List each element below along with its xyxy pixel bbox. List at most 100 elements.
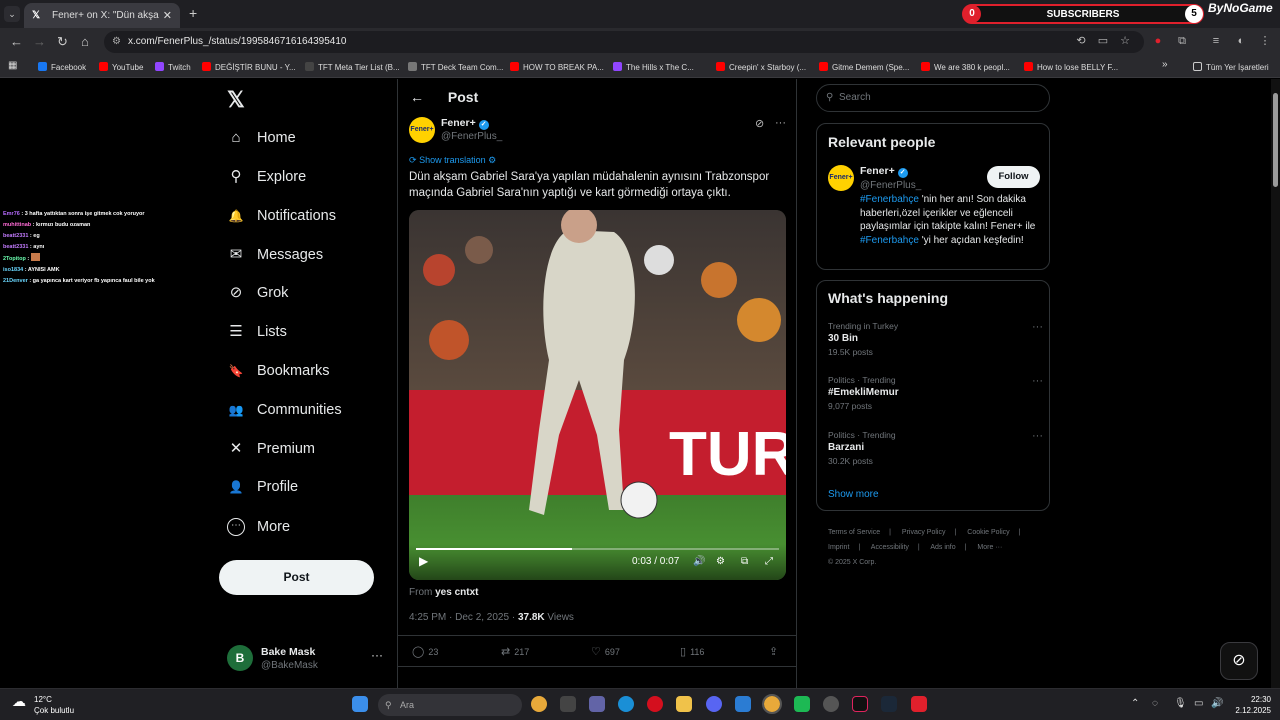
site-info-icon[interactable]: ⚙ (112, 31, 121, 53)
video-player[interactable]: TUR ▶ 0:03 / 0:07 🔊 ⚙ ⧉ ⤢ (409, 210, 786, 580)
nav-explore[interactable]: ⚲ Explore (227, 162, 307, 192)
page-scrollbar[interactable] (1271, 79, 1280, 688)
account-switcher[interactable]: B Bake Mask @BakeMask ··· (227, 642, 387, 674)
footer-link[interactable]: Terms of Service (828, 529, 880, 536)
bookmark-9[interactable]: Gitme Demem (Spe... (819, 62, 909, 72)
speaker-icon[interactable]: 🔊 (1211, 698, 1223, 709)
mail-app-icon[interactable] (735, 696, 751, 712)
show-translation-link[interactable]: ⟳ Show translation ⚙ (409, 155, 496, 166)
taskbar-search[interactable]: ⚲ Ara (378, 694, 522, 716)
tab-list-button[interactable]: ⌄ (4, 6, 20, 22)
star-icon[interactable]: ☆ (1119, 35, 1131, 47)
back-icon[interactable]: ← (10, 34, 23, 49)
person-handle[interactable]: @FenerPlus_ (860, 180, 921, 191)
chrome-icon[interactable] (531, 696, 547, 712)
share-button[interactable]: ⇪ (769, 645, 782, 658)
account-more-icon[interactable]: ··· (371, 648, 383, 662)
chrome-active-icon[interactable] (762, 694, 782, 714)
author-handle[interactable]: @FenerPlus_ (441, 131, 502, 142)
profile-avatar-icon[interactable]: ◐ (1235, 35, 1247, 47)
forward-icon[interactable]: → (33, 34, 46, 49)
trend-more-icon[interactable]: ··· (1032, 375, 1043, 387)
footer-link[interactable]: More ··· (977, 544, 1002, 551)
bookmark-facebook[interactable]: Facebook (38, 62, 86, 72)
store-icon[interactable] (560, 696, 576, 712)
bookmark-5[interactable]: TFT Deck Team Com... (408, 62, 503, 72)
repost-button[interactable]: ⇄ 217 (501, 645, 529, 658)
trend-more-icon[interactable]: ··· (1032, 430, 1043, 442)
trend-item[interactable]: Politics · Trending #EmekliMemur 9,077 p… (828, 375, 1043, 411)
home-page-icon[interactable]: ⌂ (81, 34, 89, 49)
show-more-link[interactable]: Show more (828, 489, 879, 500)
nav-profile[interactable]: 👤 Profile (227, 472, 299, 502)
media-icon[interactable]: ≡ (1210, 35, 1222, 47)
post-more-icon[interactable]: ··· (775, 117, 786, 129)
reload-icon[interactable]: ↻ (57, 34, 68, 50)
tiktok-icon[interactable] (852, 696, 868, 712)
grok-explain-icon[interactable]: ⊘ (755, 117, 764, 130)
bookmark-10[interactable]: We are 380 k peopl... (921, 62, 1010, 72)
follow-button[interactable]: Follow (987, 166, 1040, 188)
tab-close-icon[interactable]: ✕ (163, 9, 172, 22)
discord-icon[interactable] (706, 696, 722, 712)
teams-icon[interactable] (589, 696, 605, 712)
nav-more[interactable]: ⋯ More (227, 512, 290, 542)
menu-icon[interactable]: ⋮ (1259, 35, 1271, 47)
tray-app-icon[interactable]: ◌ (1152, 698, 1158, 709)
footer-link[interactable]: Imprint (828, 544, 849, 551)
bookmark-4[interactable]: TFT Meta Tier List (B... (305, 62, 400, 72)
bookmark-twitch[interactable]: Twitch (155, 62, 191, 72)
footer-link[interactable]: Accessibility (871, 544, 909, 551)
bookmark-3[interactable]: DEĞİŞTİR BUNU - Y... (202, 62, 296, 72)
bookmark-6[interactable]: HOW TO BREAK PA... (510, 62, 604, 72)
hashtag-link[interactable]: #Fenerbahçe (860, 235, 919, 246)
search-input[interactable]: ⚲ Search (816, 84, 1050, 112)
app-grey-icon[interactable] (823, 696, 839, 712)
back-arrow-icon[interactable]: ← (410, 89, 424, 105)
nav-messages[interactable]: ✉ Messages (227, 240, 323, 270)
hashtag-link[interactable]: #Fenerbahçe (860, 194, 919, 205)
extension-red-icon[interactable]: ● (1152, 35, 1164, 47)
browser-tab[interactable]: 𝕏 Fener+ on X: "Dün akşam Gabr ✕ (24, 3, 180, 28)
app-green-icon[interactable] (794, 696, 810, 712)
x-logo-icon[interactable]: 𝕏 (227, 87, 245, 113)
video-progress-bar[interactable] (416, 548, 779, 550)
footer-link[interactable]: Privacy Policy (902, 529, 946, 536)
person-avatar[interactable]: Fener+ (828, 165, 854, 191)
play-icon[interactable]: ▶ (419, 554, 428, 568)
all-bookmarks[interactable]: Tüm Yer İşaretleri (1193, 62, 1269, 72)
person-name[interactable]: Fener+ ✓ (860, 165, 908, 178)
trend-item[interactable]: Politics · Trending Barzani 30.2K posts … (828, 430, 1043, 466)
edge-icon[interactable] (618, 696, 634, 712)
nav-communities[interactable]: 👥 Communities (227, 395, 342, 425)
bookmarks-overflow[interactable]: » (1162, 59, 1168, 70)
author-name[interactable]: Fener+ ✓ (441, 117, 489, 130)
opera-icon[interactable] (647, 696, 663, 712)
reply-button[interactable]: ◯ 23 (412, 645, 438, 658)
nav-premium[interactable]: ✕ Premium (227, 434, 315, 464)
nav-notifications[interactable]: 🔔 Notifications (227, 201, 336, 231)
apps-icon[interactable]: ▦ (8, 60, 17, 71)
trend-more-icon[interactable]: ··· (1032, 321, 1043, 333)
mic-icon[interactable]: 🎙 (1174, 698, 1187, 709)
like-button[interactable]: ♡ 697 (591, 645, 620, 658)
bookmark-8[interactable]: Creepin' x Starboy (... (716, 62, 806, 72)
youtube-app-icon[interactable] (911, 696, 927, 712)
video-settings-icon[interactable]: ⚙ (716, 556, 725, 567)
taskbar-clock[interactable]: 22:30 2.12.2025 (1231, 694, 1271, 716)
start-icon[interactable] (352, 696, 368, 712)
nav-home[interactable]: ⌂ Home (227, 123, 295, 153)
nav-lists[interactable]: ☰ Lists (227, 317, 287, 347)
source-link[interactable]: yes cntxt (435, 587, 478, 598)
bookmark-7[interactable]: The Hills x The C... (613, 62, 694, 72)
install-icon[interactable]: ▭ (1097, 35, 1109, 47)
new-tab-button[interactable]: + (189, 5, 197, 21)
author-avatar[interactable]: Fener+ (409, 117, 435, 143)
nav-bookmarks[interactable]: 🔖 Bookmarks (227, 356, 330, 386)
volume-icon[interactable]: 🔊 (693, 556, 705, 567)
weather-widget[interactable]: ☁ 12°C Çok bulutlu (12, 694, 74, 716)
translate-icon[interactable]: ⟲ (1075, 35, 1087, 47)
trend-item[interactable]: Trending in Turkey 30 Bin 19.5K posts ··… (828, 321, 1043, 357)
nav-grok[interactable]: ⊘ Grok (227, 278, 289, 308)
url-field[interactable]: ⚙ x.com/FenerPlus_/status/19958467161643… (104, 31, 1144, 53)
